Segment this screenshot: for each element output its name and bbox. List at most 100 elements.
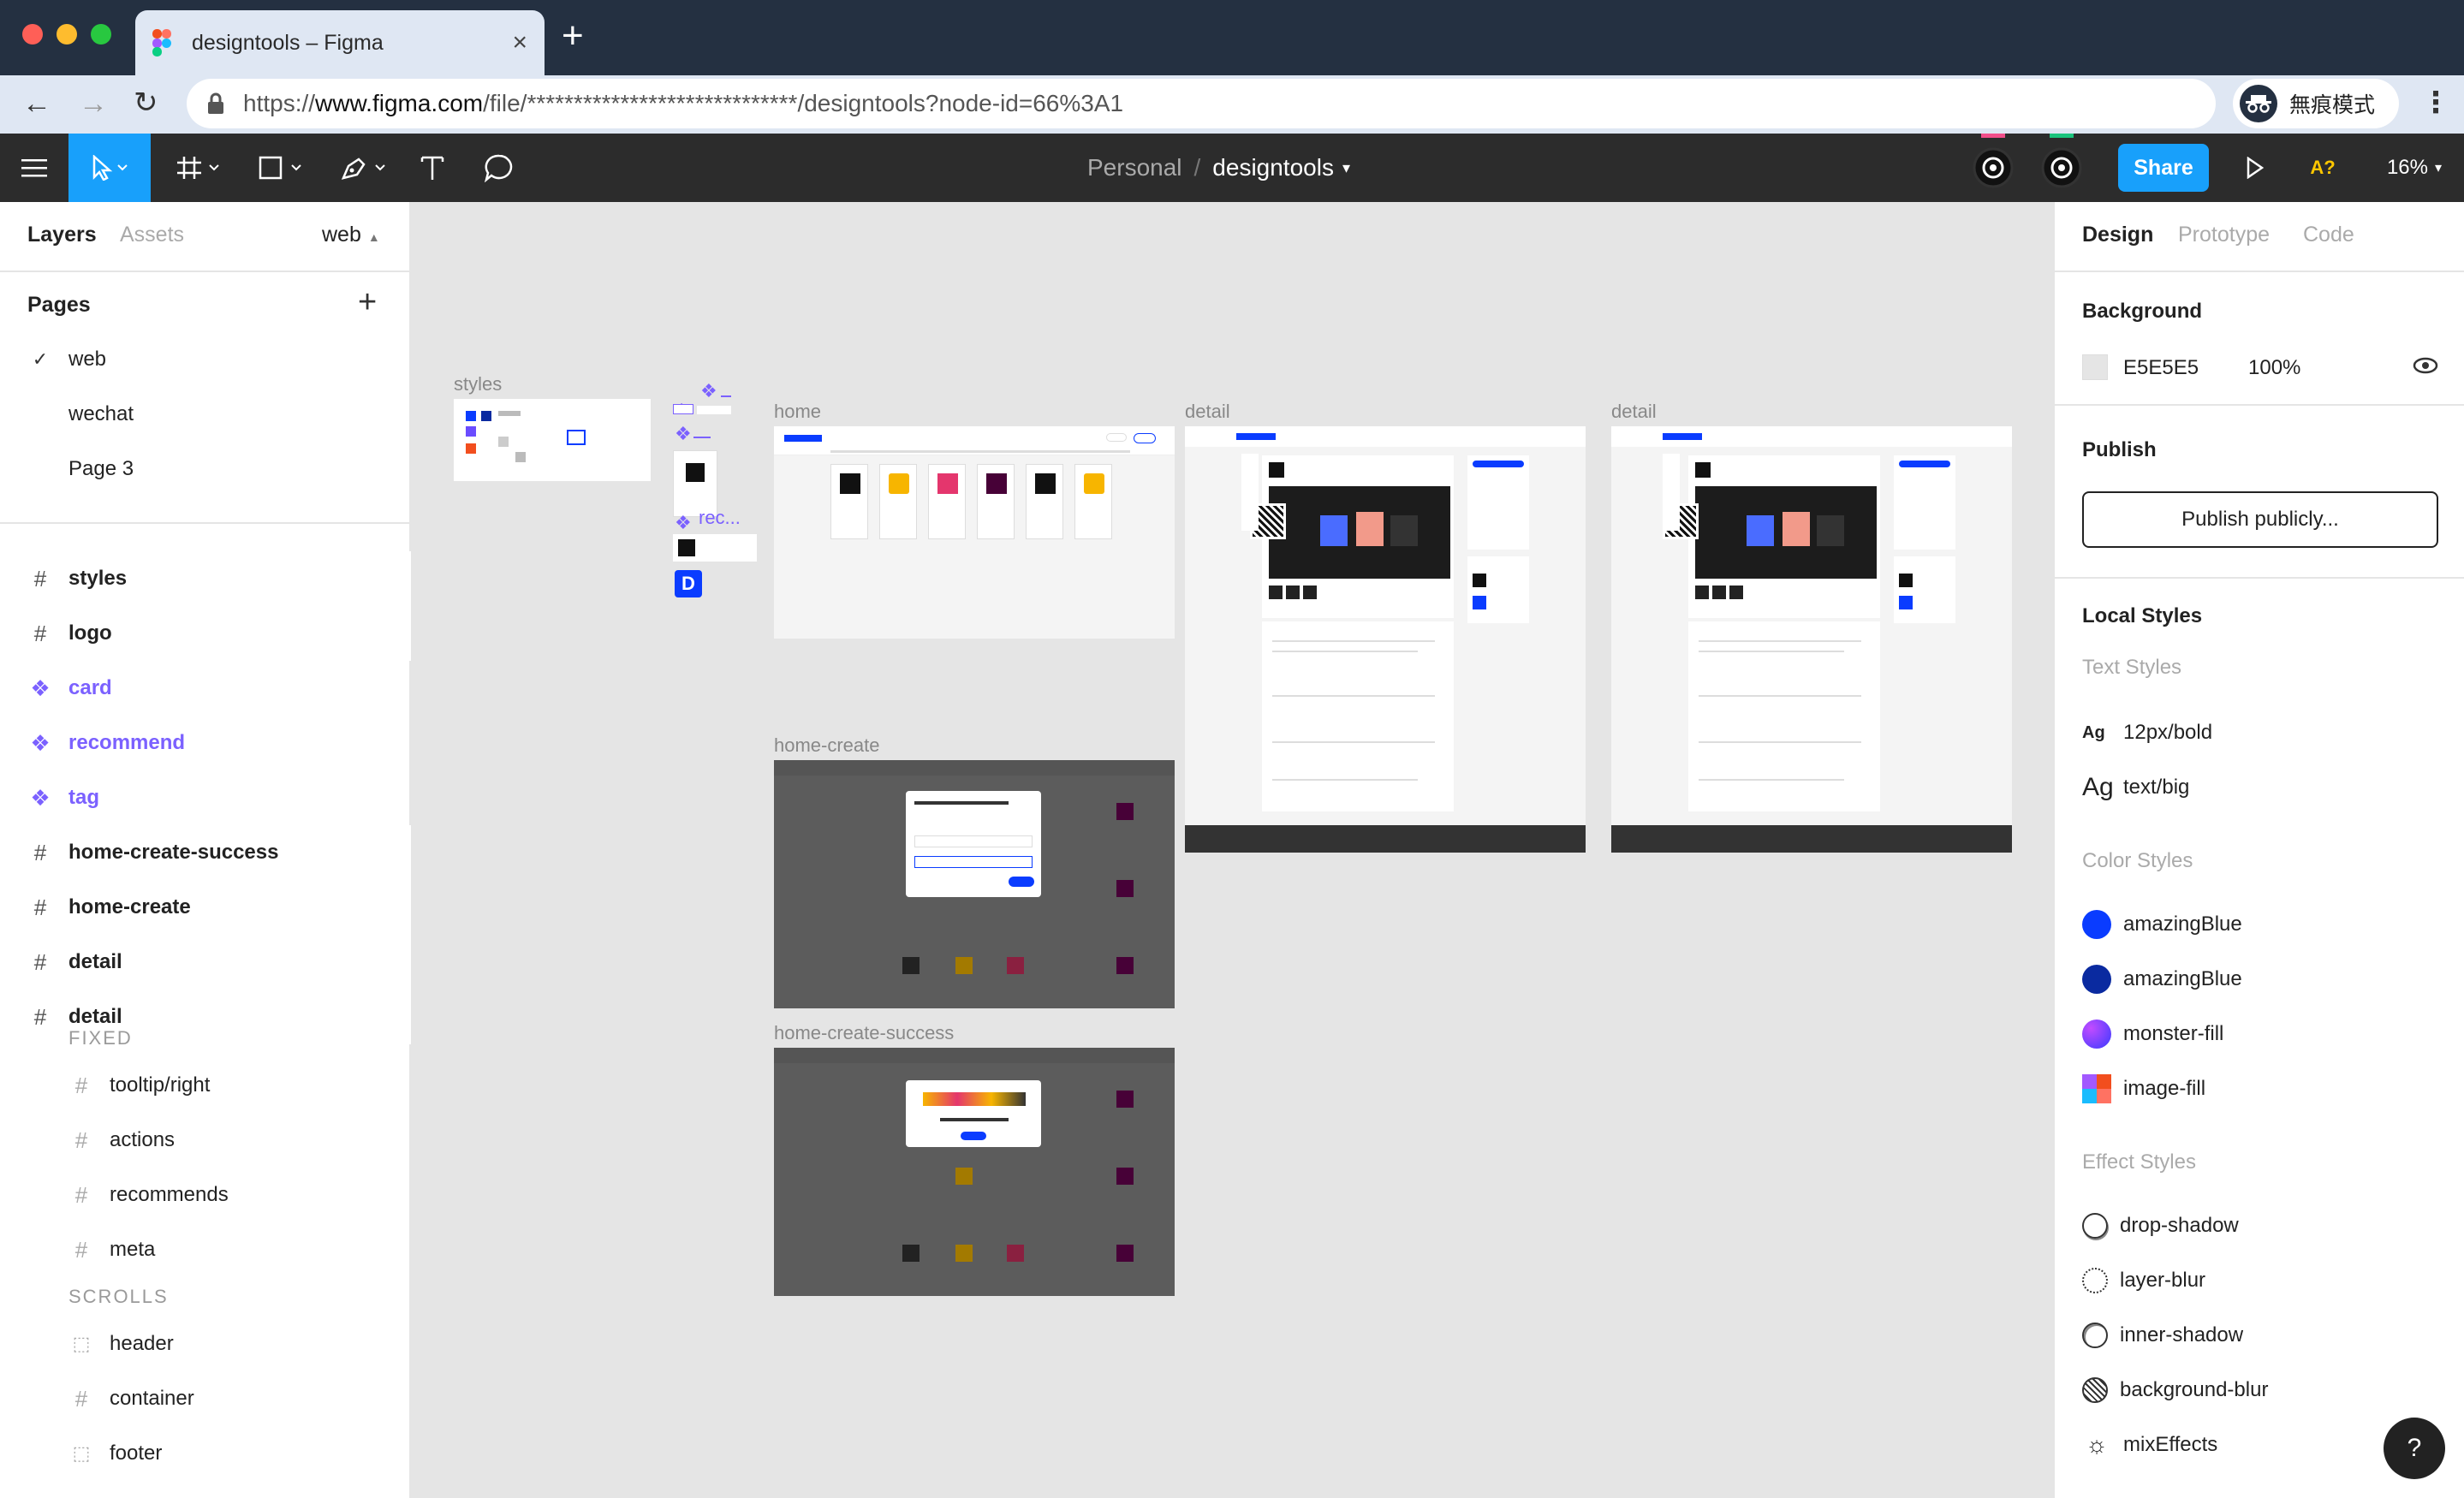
minimize-window-button[interactable] xyxy=(57,24,77,45)
tab-assets[interactable]: Assets xyxy=(120,223,184,247)
back-arrow-icon[interactable]: ← xyxy=(22,87,51,121)
color-style-amazingblue[interactable]: amazingBlue xyxy=(2082,907,2442,942)
page-item-web[interactable]: ✓ web xyxy=(0,332,411,387)
effect-style-background-blur[interactable]: background-blur xyxy=(2082,1373,2442,1407)
tag-component[interactable] xyxy=(673,404,693,414)
layer-tag[interactable]: ❖ tag xyxy=(0,770,411,825)
frame-label-detail-2[interactable]: detail xyxy=(1611,401,1657,423)
pen-tool-button[interactable] xyxy=(334,134,394,202)
frame-label-home-create[interactable]: home-create xyxy=(774,734,880,757)
url-field[interactable]: https://www.figma.com/file/*************… xyxy=(187,79,2216,128)
forward-arrow-icon[interactable]: → xyxy=(79,87,108,121)
tab-prototype[interactable]: Prototype xyxy=(2178,223,2270,247)
frame-detail[interactable] xyxy=(1185,426,1586,853)
effect-style-layer-blur[interactable]: layer-blur xyxy=(2082,1263,2442,1298)
incognito-badge[interactable]: 無痕模式 xyxy=(2233,79,2399,128)
background-swatch[interactable] xyxy=(2082,354,2108,380)
layer-logo[interactable]: # logo xyxy=(0,606,411,661)
frame-detail-2[interactable] xyxy=(1611,426,2012,853)
file-name[interactable]: designtools xyxy=(1212,154,1334,181)
layer-container[interactable]: # container xyxy=(0,1371,411,1426)
effect-style-drop-shadow[interactable]: drop-shadow xyxy=(2082,1209,2442,1243)
zoom-dropdown[interactable]: 16% ▾ xyxy=(2372,134,2457,202)
frame-label-styles[interactable]: styles xyxy=(454,373,502,395)
layer-recommends[interactable]: # recommends xyxy=(0,1168,411,1222)
layer-styles[interactable]: # styles xyxy=(0,551,411,606)
chevron-down-icon[interactable]: ▾ xyxy=(1342,159,1350,177)
preview-thumb xyxy=(1817,515,1844,546)
effect-style-inner-shadow[interactable]: inner-shadow xyxy=(2082,1318,2442,1352)
layer-actions[interactable]: # actions xyxy=(0,1113,411,1168)
logo-component[interactable]: D xyxy=(675,570,702,597)
help-button[interactable]: ? xyxy=(2384,1418,2445,1479)
frame-label-home[interactable]: home xyxy=(774,401,821,423)
missing-fonts-indicator[interactable]: A? xyxy=(2301,134,2344,202)
present-icon[interactable] xyxy=(2238,134,2272,202)
layer-recommend[interactable]: ❖ recommend xyxy=(0,716,411,770)
lock-icon xyxy=(208,92,223,114)
layer-label: footer xyxy=(110,1442,163,1465)
layer-header[interactable]: ⬚ header xyxy=(0,1317,411,1371)
background-opacity[interactable]: 100% xyxy=(2248,356,2300,380)
comment-tool-button[interactable] xyxy=(478,134,521,202)
publish-button[interactable]: Publish publicly... xyxy=(2082,491,2438,548)
detail-content xyxy=(1688,621,1880,811)
layer-detail[interactable]: # detail xyxy=(0,935,411,990)
frame-label-detail[interactable]: detail xyxy=(1185,401,1230,423)
color-style-amazingblue-dark[interactable]: amazingBlue xyxy=(2082,962,2442,996)
close-tab-icon[interactable]: × xyxy=(512,28,527,57)
component-icon[interactable]: ❖ xyxy=(675,423,692,445)
frame-home[interactable] xyxy=(774,426,1175,639)
text-style-text-big[interactable]: Ag text/big xyxy=(2082,770,2442,805)
browser-tab[interactable]: designtools – Figma × xyxy=(135,10,545,75)
background-hex[interactable]: E5E5E5 xyxy=(2123,356,2199,380)
text-style-12px-bold[interactable]: Ag 12px/bold xyxy=(2082,716,2442,750)
text-line xyxy=(1272,695,1435,697)
browser-menu-icon[interactable]: ⋮ xyxy=(2421,86,2450,120)
color-style-monster-fill[interactable]: monster-fill xyxy=(2082,1017,2442,1051)
main-menu-icon[interactable] xyxy=(0,134,68,202)
add-page-icon[interactable]: + xyxy=(358,286,377,318)
layer-home-create[interactable]: # home-create xyxy=(0,880,411,935)
layer-card[interactable]: ❖ card xyxy=(0,661,411,716)
frame-label-home-create-success[interactable]: home-create-success xyxy=(774,1022,954,1044)
page-selector[interactable]: web ▲ xyxy=(322,223,380,247)
layer-footer[interactable]: ⬚ footer xyxy=(0,1426,411,1481)
layer-tooltip-right[interactable]: # tooltip/right xyxy=(0,1058,411,1113)
user-avatar[interactable] xyxy=(2038,134,2086,202)
breadcrumb-team[interactable]: Personal xyxy=(1087,154,1182,181)
new-tab-button[interactable]: + xyxy=(562,17,584,55)
tab-code[interactable]: Code xyxy=(2303,223,2354,247)
maximize-window-button[interactable] xyxy=(91,24,111,45)
frame-tool-button[interactable] xyxy=(168,134,228,202)
reload-icon[interactable]: ↻ xyxy=(134,86,158,120)
section-dashed-icon: ⬚ xyxy=(72,1333,91,1354)
big-text-sample xyxy=(567,430,586,445)
recommend-component[interactable] xyxy=(673,534,757,562)
frame-styles[interactable] xyxy=(454,399,651,481)
text-tool-button[interactable] xyxy=(411,134,454,202)
collaborator-avatar[interactable] xyxy=(1969,134,2017,202)
frame-home-create-success[interactable] xyxy=(774,1048,1175,1296)
tab-layers[interactable]: Layers xyxy=(27,223,97,247)
move-tool-button[interactable] xyxy=(68,134,151,202)
frame-home-create[interactable] xyxy=(774,760,1175,1008)
layer-meta[interactable]: # meta xyxy=(0,1222,411,1277)
preview-image xyxy=(1269,486,1450,579)
shape-tool-button[interactable] xyxy=(250,134,310,202)
recommend-label[interactable]: rec... xyxy=(699,507,741,529)
component-icon[interactable]: ❖ xyxy=(700,380,717,402)
share-button[interactable]: Share xyxy=(2118,144,2209,192)
color-style-image-fill[interactable]: image-fill xyxy=(2082,1072,2442,1106)
eye-icon[interactable] xyxy=(2413,354,2438,381)
design-canvas[interactable]: styles ❖ ❖ ❖ ❖ rec... D home xyxy=(411,202,2053,1498)
layer-detail-2[interactable]: # detail xyxy=(0,990,411,1044)
layer-home-create-success[interactable]: # home-create-success xyxy=(0,825,411,880)
close-window-button[interactable] xyxy=(22,24,43,45)
component-icon[interactable]: ❖ xyxy=(675,512,692,534)
app-logo xyxy=(1695,462,1711,478)
cursor-icon xyxy=(92,155,128,181)
page-item-page-3[interactable]: Page 3 xyxy=(0,442,411,496)
page-item-wechat[interactable]: wechat xyxy=(0,387,411,442)
tab-design[interactable]: Design xyxy=(2082,223,2153,247)
